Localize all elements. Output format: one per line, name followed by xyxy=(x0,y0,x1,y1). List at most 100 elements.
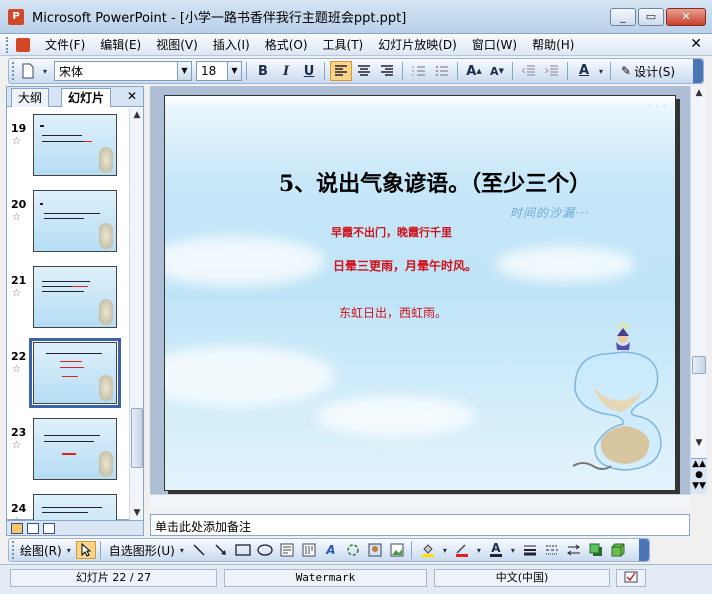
bullets-icon[interactable] xyxy=(431,61,453,81)
scroll-down-icon[interactable]: ▼ xyxy=(691,438,707,448)
line-style-icon[interactable] xyxy=(520,541,540,559)
chevron-down-icon[interactable]: ▾ xyxy=(177,541,187,559)
document-icon[interactable] xyxy=(16,37,30,52)
close-pane-icon[interactable]: ✕ xyxy=(127,89,137,103)
slide-thumbnail-22[interactable] xyxy=(29,338,121,408)
minimize-button[interactable]: _ xyxy=(610,8,636,26)
toolbar-grip[interactable] xyxy=(12,62,16,80)
scroll-down-icon[interactable]: ▼ xyxy=(130,508,144,518)
numbering-icon[interactable] xyxy=(408,61,430,81)
textbox-tool-icon[interactable] xyxy=(277,541,297,559)
draw-menu-button[interactable]: 绘图(R) xyxy=(20,542,62,559)
scroll-up-icon[interactable]: ▲ xyxy=(691,88,707,98)
chevron-down-icon[interactable]: ▾ xyxy=(440,541,450,559)
font-size-select[interactable]: 18 ▼ xyxy=(196,61,242,81)
menu-view[interactable]: 视图(V) xyxy=(156,36,198,53)
decrease-indent-icon[interactable] xyxy=(518,61,540,81)
font-name-select[interactable]: 宋体 ▼ xyxy=(54,61,192,81)
close-button[interactable]: ✕ xyxy=(666,8,706,26)
slide-text-line-1[interactable]: 早霞不出门，晚霞行千里 xyxy=(331,224,452,240)
close-document-button[interactable]: ✕ xyxy=(690,36,702,52)
arrow-style-icon[interactable] xyxy=(564,541,584,559)
toolbar-dropdown-icon[interactable]: ▾ xyxy=(40,61,50,81)
menu-file[interactable]: 文件(F) xyxy=(45,36,85,53)
slide-number: 24 xyxy=(11,502,27,515)
oval-tool-icon[interactable] xyxy=(255,541,275,559)
slide-thumbnail-21[interactable] xyxy=(33,266,117,328)
slide-text-line-2[interactable]: 日晕三更雨，月晕午时风。 xyxy=(333,257,477,274)
chevron-down-icon[interactable]: ▼ xyxy=(227,62,241,80)
align-center-button[interactable] xyxy=(353,61,375,81)
font-color-icon[interactable]: A xyxy=(486,541,506,559)
menu-grip[interactable] xyxy=(6,36,10,53)
design-button[interactable]: ✎ 设计(S) xyxy=(621,63,675,80)
notes-pane[interactable]: 单击此处添加备注 xyxy=(150,514,690,536)
clip-art-icon[interactable] xyxy=(365,541,385,559)
menu-window[interactable]: 窗口(W) xyxy=(472,36,517,53)
shadow-style-icon[interactable] xyxy=(586,541,606,559)
align-left-button[interactable] xyxy=(330,61,352,81)
align-right-button[interactable] xyxy=(376,61,398,81)
menu-edit[interactable]: 编辑(E) xyxy=(100,36,141,53)
normal-view-icon[interactable] xyxy=(11,522,23,534)
toolbar-options-button[interactable] xyxy=(693,59,703,83)
scroll-up-icon[interactable]: ▲ xyxy=(130,110,144,120)
slide-text-line-3[interactable]: 东虹日出，西虹雨。 xyxy=(339,304,447,321)
toolbar-grip[interactable] xyxy=(12,541,16,559)
font-color-icon[interactable]: A xyxy=(573,61,595,81)
tab-slides[interactable]: 幻灯片 xyxy=(61,88,112,107)
menu-format[interactable]: 格式(O) xyxy=(265,36,308,53)
restore-button[interactable]: ▭ xyxy=(638,8,664,26)
3d-style-icon[interactable] xyxy=(608,541,628,559)
slide-vertical-scrollbar[interactable]: ▲ ▼ ▲▲ ● ▼▼ xyxy=(690,86,707,494)
slide-thumbnail-19[interactable] xyxy=(33,114,117,176)
menu-help[interactable]: 帮助(H) xyxy=(532,36,574,53)
select-browse-object-icon[interactable]: ● xyxy=(691,470,707,481)
underline-button[interactable]: U xyxy=(298,61,320,81)
new-document-icon[interactable] xyxy=(17,61,39,81)
arrow-tool-icon[interactable] xyxy=(211,541,231,559)
slide-title[interactable]: 5、说出气象谚语。（至少三个） xyxy=(225,166,645,198)
current-slide[interactable]: ◦ ◦ ◦ 5、说出气象谚语。（至少三个） 时间的沙漏··· 早霞不出门，晚霞行… xyxy=(164,95,676,491)
select-pointer-icon[interactable] xyxy=(75,541,96,559)
previous-slide-icon[interactable]: ▲▲ xyxy=(691,459,707,470)
slide-sorter-view-icon[interactable] xyxy=(27,522,39,534)
toolbar-options-button[interactable] xyxy=(639,539,649,561)
menu-slideshow[interactable]: 幻灯片放映(D) xyxy=(378,36,457,53)
increase-indent-icon[interactable] xyxy=(541,61,563,81)
increase-font-size-icon[interactable]: A ▲ xyxy=(463,61,485,81)
chevron-down-icon[interactable]: ▼ xyxy=(177,62,191,80)
menu-tools[interactable]: 工具(T) xyxy=(323,36,364,53)
chevron-down-icon[interactable]: ▾ xyxy=(64,541,74,559)
spelling-status-icon[interactable] xyxy=(616,569,646,587)
insert-picture-icon[interactable] xyxy=(387,541,407,559)
tab-outline[interactable]: 大纲 xyxy=(11,88,50,107)
autoshapes-menu-button[interactable]: 自选图形(U) xyxy=(109,542,175,559)
line-color-icon[interactable] xyxy=(452,541,472,559)
vertical-textbox-icon[interactable] xyxy=(299,541,319,559)
slideshow-view-icon[interactable] xyxy=(43,522,55,534)
slide-thumbnail-24[interactable] xyxy=(33,494,117,520)
italic-button[interactable]: I xyxy=(275,61,297,81)
wordart-icon[interactable]: A xyxy=(321,541,341,559)
scroll-thumb[interactable] xyxy=(131,408,143,468)
powerpoint-icon[interactable]: P xyxy=(8,8,24,25)
diagram-icon[interactable] xyxy=(343,541,363,559)
decrease-font-size-icon[interactable]: A ▼ xyxy=(486,61,508,81)
fill-color-icon[interactable] xyxy=(418,541,438,559)
scroll-thumb[interactable] xyxy=(692,356,706,374)
slides-pane-scrollbar[interactable]: ▲ ▼ xyxy=(129,108,143,520)
chevron-down-icon[interactable]: ▾ xyxy=(596,61,606,81)
slide-thumbnail-20[interactable] xyxy=(33,190,117,252)
dash-style-icon[interactable] xyxy=(542,541,562,559)
menu-insert[interactable]: 插入(I) xyxy=(213,36,250,53)
slide-thumbnail-23[interactable] xyxy=(33,418,117,480)
bold-button[interactable]: B xyxy=(252,61,274,81)
title-bar: P Microsoft PowerPoint - [小学一路书香伴我行主题班会p… xyxy=(0,0,712,34)
chevron-down-icon[interactable]: ▾ xyxy=(508,541,518,559)
chevron-down-icon[interactable]: ▾ xyxy=(474,541,484,559)
next-slide-icon[interactable]: ▼▼ xyxy=(691,481,707,492)
rectangle-tool-icon[interactable] xyxy=(233,541,253,559)
toolbar-separator xyxy=(457,62,458,80)
line-tool-icon[interactable] xyxy=(189,541,209,559)
